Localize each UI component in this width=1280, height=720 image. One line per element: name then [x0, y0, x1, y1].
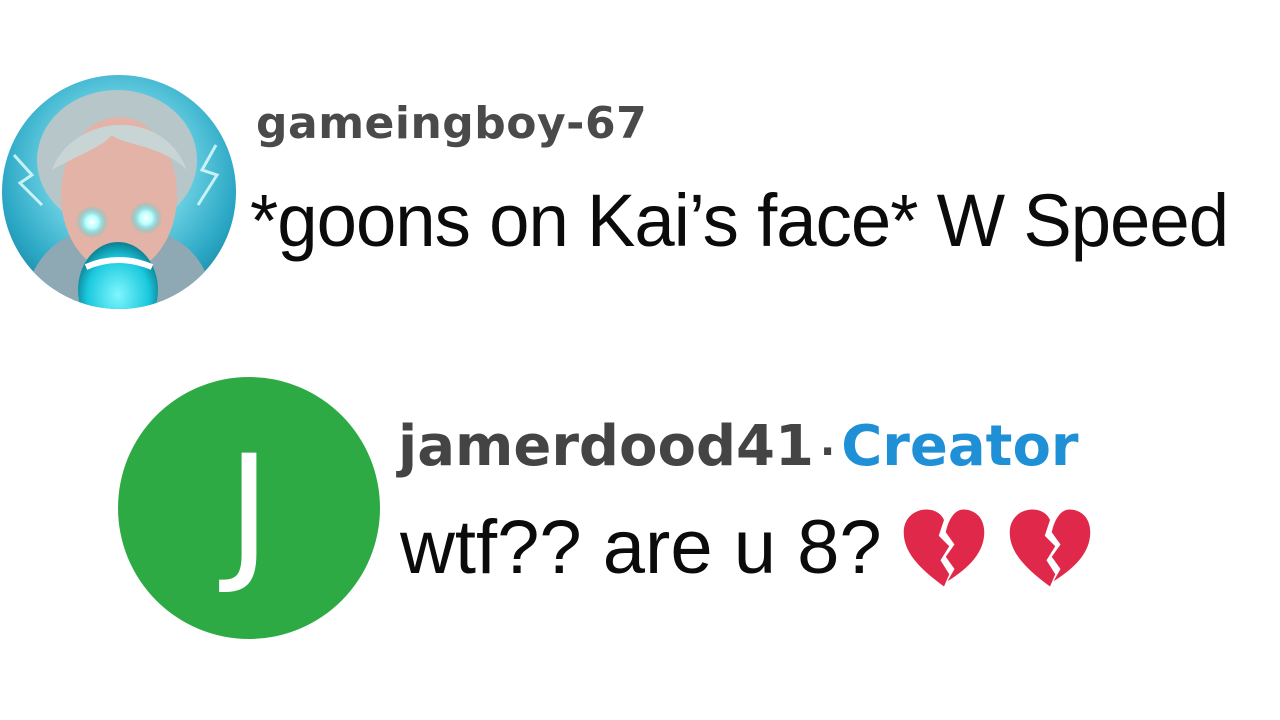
reply-text-row: wtf?? are u 8? — [400, 504, 1094, 591]
user-avatar-gameingboy[interactable] — [2, 75, 236, 309]
comment-text: *goons on Kai’s face* W Speed — [250, 179, 1229, 262]
comment-meta: jamerdood41 · Creator — [398, 414, 1079, 479]
comment-text: wtf?? are u 8? — [400, 505, 882, 590]
user-avatar-jamerdood[interactable]: J — [118, 377, 380, 639]
creator-badge: Creator — [841, 414, 1079, 479]
broken-heart-icon — [903, 509, 984, 586]
broken-heart-icon — [1009, 509, 1090, 586]
separator-dot: · — [819, 429, 836, 475]
glowing-face-avatar-icon — [12, 90, 220, 309]
avatar-letter: J — [226, 424, 272, 598]
comment-username[interactable]: gameingboy-67 — [256, 98, 647, 149]
comments-panel: gameingboy-67 *goons on Kai’s face* W Sp… — [0, 0, 1280, 720]
comment-username[interactable]: jamerdood41 — [398, 414, 814, 479]
